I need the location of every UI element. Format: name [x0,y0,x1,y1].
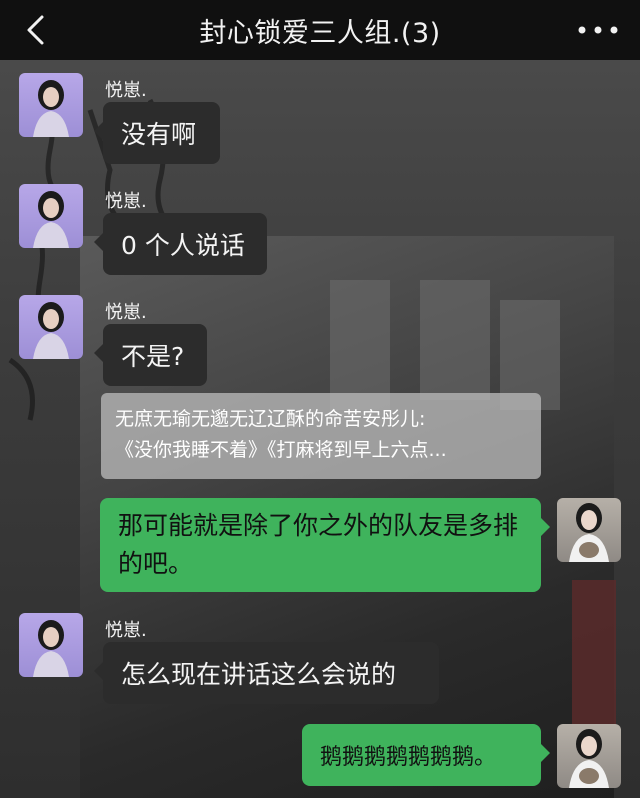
sender-avatar[interactable] [19,613,83,677]
sender-name: 悦崽. [105,302,147,323]
sender-name: 悦崽. [105,80,147,101]
message-bubble-outgoing[interactable]: 那可能就是除了你之外的队友是多排的吧。 [100,498,550,592]
sender-name: 悦崽. [105,620,147,641]
quote-line-2: 《没你我睡不着》《打麻将到早上六点... [115,439,447,461]
quote-line-1: 无庶无瑜无邈无辽辽酥的命苦安彤儿: [115,408,426,430]
my-avatar[interactable] [557,498,621,562]
avatar-girl-cat-icon [569,729,609,788]
chevron-left-icon[interactable] [22,14,50,46]
avatar-girl-icon [33,80,69,137]
sender-avatar[interactable] [19,295,83,359]
more-dots-icon[interactable] [576,22,620,38]
quoted-message[interactable]: 无庶无瑜无邈无辽辽酥的命苦安彤儿: 《没你我睡不着》《打麻将到早上六点... [101,393,541,479]
sender-avatar[interactable] [19,184,83,248]
avatar-girl-cat-icon [569,503,609,562]
background-window-1 [330,280,390,410]
sender-avatar[interactable] [19,73,83,137]
chat-header: 封心锁爱三人组.(3) [0,0,640,60]
message-bubble[interactable]: 不是? [94,324,207,386]
avatar-girl-icon [33,620,69,677]
message-bubble[interactable]: 怎么现在讲话这么会说的 [94,642,439,704]
background-window-2 [420,280,490,400]
my-avatar[interactable] [557,724,621,788]
sender-name: 悦崽. [105,191,147,212]
message-bubble[interactable]: 没有啊 [94,102,220,164]
avatar-girl-icon [33,302,69,359]
avatar-girl-icon [33,191,69,248]
message-bubble[interactable]: 0 个人说话 [94,213,267,275]
message-text: 那可能就是除了你之外的队友是多排的吧。 [118,511,519,578]
background-sign [572,580,616,730]
chat-title: 封心锁爱三人组.(3) [199,17,441,49]
message-bubble-outgoing[interactable]: 鹅鹅鹅鹅鹅鹅鹅。 [302,724,550,786]
